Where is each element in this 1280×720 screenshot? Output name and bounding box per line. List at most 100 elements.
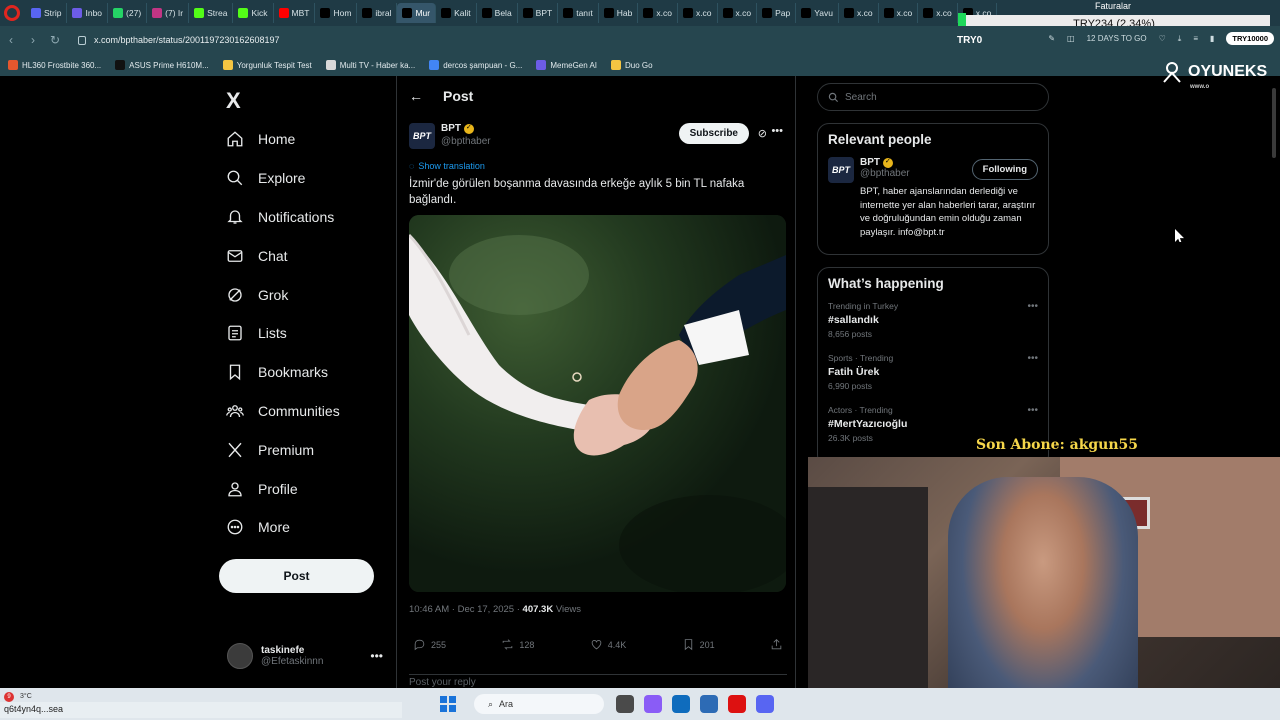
trend-more-icon[interactable]: ••• xyxy=(1027,353,1038,364)
discord-icon[interactable] xyxy=(756,695,774,713)
back-arrow-icon[interactable]: ← xyxy=(409,88,423,104)
url-field[interactable]: x.com/bpthaber/status/200119723016260819… xyxy=(78,35,279,45)
browser-tab[interactable]: BPT xyxy=(518,3,559,23)
opera-icon[interactable] xyxy=(728,695,746,713)
author-name-row[interactable]: BPT xyxy=(441,123,491,134)
nav-item-notifications[interactable]: Notifications xyxy=(226,198,340,237)
nav-item-more[interactable]: More xyxy=(226,508,340,547)
reply-button[interactable]: 255 xyxy=(413,638,446,651)
browser-tab[interactable]: x.co xyxy=(918,3,958,23)
nav-item-communities[interactable]: Communities xyxy=(226,392,340,431)
task-view-icon[interactable] xyxy=(616,695,634,713)
browser-tab[interactable]: x.co xyxy=(879,3,919,23)
browser-tab[interactable]: Kalit xyxy=(436,3,477,23)
browser-tab[interactable]: Pap xyxy=(757,3,797,23)
edit-icon[interactable]: ✎ xyxy=(1048,34,1055,43)
author-avatar[interactable]: BPT xyxy=(409,123,435,149)
edge-icon[interactable] xyxy=(672,695,690,713)
nav-item-explore[interactable]: Explore xyxy=(226,159,340,198)
menu-icon[interactable]: ≡ xyxy=(1193,34,1198,43)
bookmark-item[interactable]: HL360 Frostbite 360... xyxy=(8,60,101,70)
bookmark-item[interactable]: Duo Go xyxy=(611,60,653,70)
nav-item-chat[interactable]: Chat xyxy=(226,236,340,275)
share-button[interactable] xyxy=(770,638,783,651)
trend-more-icon[interactable]: ••• xyxy=(1027,301,1038,312)
nav-item-lists[interactable]: Lists xyxy=(226,314,340,353)
browser-tab[interactable]: Inbo xyxy=(67,3,109,23)
browser-tab[interactable]: x.co xyxy=(718,3,758,23)
nav-item-premium[interactable]: Premium xyxy=(226,430,340,469)
relevant-person[interactable]: BPT BPT @bpthaber Following xyxy=(828,157,1038,183)
bookmark-item[interactable]: dercos şampuan - G... xyxy=(429,60,522,70)
browser-tab[interactable]: Bela xyxy=(477,3,518,23)
tab-label: Kick xyxy=(251,8,268,18)
browser-tab[interactable]: Hom xyxy=(315,3,358,23)
bookmark-item[interactable]: ASUS Prime H610M... xyxy=(115,60,209,70)
nav-item-home[interactable]: Home xyxy=(226,120,340,159)
browser-tab[interactable]: (27) xyxy=(108,3,148,23)
bookmark-button[interactable]: 201 xyxy=(682,638,715,651)
tab-label: Hom xyxy=(333,8,352,18)
tab-favicon-icon xyxy=(238,8,249,18)
repost-button[interactable]: 128 xyxy=(501,638,534,651)
like-button[interactable]: 4.4K xyxy=(590,638,626,651)
brand-sub: www.o xyxy=(1190,84,1210,90)
x-logo-icon[interactable]: X xyxy=(226,88,241,114)
bookmark-item[interactable]: Multi TV - Haber ka... xyxy=(325,60,415,70)
browser-tab[interactable]: x.co xyxy=(678,3,718,23)
subscribe-button[interactable]: Subscribe xyxy=(678,123,749,144)
nav-item-profile[interactable]: Profile xyxy=(226,469,340,508)
show-translation-link[interactable]: ◌ Show translation xyxy=(409,161,485,171)
trend-more-icon[interactable]: ••• xyxy=(1027,405,1038,416)
reload-icon[interactable]: ↻ xyxy=(44,33,66,47)
page-scrollbar[interactable] xyxy=(1272,88,1276,158)
browser-tab[interactable]: Kick xyxy=(233,3,274,23)
taskbar-search[interactable]: ⌕ Ara xyxy=(474,694,604,714)
grok-icon[interactable]: ⊘ xyxy=(758,127,767,140)
copilot-icon[interactable] xyxy=(644,695,662,713)
browser-tab[interactable]: Hab xyxy=(599,3,639,23)
camera-icon[interactable]: ◫ xyxy=(1067,34,1075,43)
nav-item-grok[interactable]: Grok xyxy=(226,275,340,314)
author-handle[interactable]: @bpthaber xyxy=(441,136,491,147)
reply-count: 255 xyxy=(431,639,447,650)
tab-label: Kalit xyxy=(454,8,471,18)
forward-nav-icon[interactable]: › xyxy=(22,33,44,47)
bookmark-item[interactable]: Yorgunluk Tespit Test xyxy=(222,60,312,70)
browser-tab[interactable]: MBT xyxy=(274,3,316,23)
post-button[interactable]: Post xyxy=(219,559,374,593)
weather-widget[interactable]: 9 3°C xyxy=(4,692,32,702)
browser-tab[interactable]: x.co xyxy=(638,3,678,23)
browser-tab[interactable]: Yavu xyxy=(796,3,839,23)
reply-composer[interactable]: Post your reply xyxy=(409,674,787,688)
trend-item[interactable]: Sports · Trending Fatih Ürek 6,990 posts ••… xyxy=(828,353,1038,391)
search-input[interactable]: Search xyxy=(817,83,1049,111)
trend-item[interactable]: Trending in Turkey #sallandık 8,656 posts •… xyxy=(828,301,1038,339)
browser-tab[interactable]: Mur xyxy=(397,3,437,23)
account-switcher[interactable]: taskinefe @Efetaskinnn ••• xyxy=(227,643,387,669)
browser-tab[interactable]: (7) Ir xyxy=(147,3,190,23)
back-nav-icon[interactable]: ‹ xyxy=(0,33,22,47)
browser-tab[interactable]: Strip xyxy=(26,3,68,23)
browser-tab[interactable]: Strea xyxy=(189,3,234,23)
browser-tab[interactable]: tanıt xyxy=(558,3,599,23)
post-more-icon[interactable]: ••• xyxy=(771,125,783,137)
bookmark-item[interactable]: MemeGen AI xyxy=(536,60,597,70)
wallet-icon[interactable]: ▮ xyxy=(1210,34,1214,43)
store-icon[interactable] xyxy=(700,695,718,713)
home-icon xyxy=(227,131,243,147)
download-icon[interactable]: ⤓ xyxy=(1178,34,1182,44)
browser-tab[interactable]: x.co xyxy=(839,3,879,23)
windows-start-icon[interactable] xyxy=(440,696,456,712)
nav-item-bookmarks[interactable]: Bookmarks xyxy=(226,353,340,392)
heart-icon[interactable]: ♡ xyxy=(1159,34,1166,43)
tab-favicon-icon xyxy=(563,8,574,18)
address-bar-tools: ✎ ◫ 12 DAYS TO GO ♡ ⤓ ≡ ▮ TRY10000 xyxy=(1048,32,1274,45)
post-image[interactable] xyxy=(409,215,786,592)
post-timestamp[interactable]: 10:46 AM · Dec 17, 2025 · xyxy=(409,604,523,615)
browser-tab[interactable]: ibral xyxy=(357,3,398,23)
account-more-icon[interactable]: ••• xyxy=(370,649,383,663)
opera-logo-icon[interactable] xyxy=(4,5,20,21)
following-button[interactable]: Following xyxy=(971,159,1038,180)
tab-favicon-icon xyxy=(113,8,124,18)
